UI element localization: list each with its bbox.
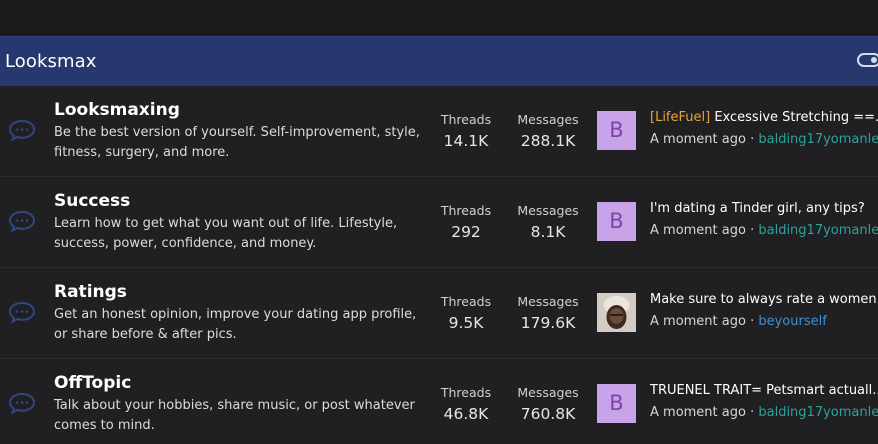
messages-stat: Messages 760.8K (514, 384, 582, 425)
node-description: Talk about your hobbies, share music, or… (54, 398, 415, 433)
latest-thread-title[interactable]: I'm dating a Tinder girl, any tips? (650, 201, 865, 216)
node-title[interactable]: Success (54, 191, 130, 211)
messages-count: 288.1K (520, 132, 576, 150)
avatar[interactable]: B (597, 202, 636, 241)
latest-thread-link[interactable]: I'm dating a Tinder girl, any tips? (650, 201, 878, 216)
node-description: Be the best version of yourself. Self-im… (54, 125, 420, 160)
messages-count: 8.1K (530, 223, 566, 241)
threads-stat: Threads 14.1K (438, 111, 494, 152)
threads-label: Threads (440, 294, 492, 309)
threads-count: 14.1K (443, 132, 489, 150)
thread-prefix[interactable]: [LifeFuel] (650, 110, 710, 125)
top-strip (0, 0, 878, 36)
threads-stat: Threads 46.8K (438, 384, 494, 425)
node-description: Get an honest opinion, improve your dati… (54, 307, 417, 342)
latest-username[interactable]: balding17yomanlet (758, 405, 878, 420)
messages-stat: Messages 288.1K (514, 111, 582, 152)
threads-label: Threads (440, 112, 492, 127)
chat-bubble-icon (8, 210, 36, 233)
latest-thread-title[interactable]: Make sure to always rate a women... (650, 292, 878, 307)
latest-username[interactable]: beyourself (758, 314, 826, 329)
messages-count: 179.6K (520, 314, 576, 332)
latest-thread-title[interactable]: TRUENEL TRAIT= Petsmart actuall... (650, 383, 878, 398)
threads-count: 292 (451, 223, 481, 241)
collapse-toggle-icon[interactable] (857, 53, 878, 67)
chat-bubble-icon (8, 301, 36, 324)
category-title[interactable]: Looksmax (5, 51, 97, 72)
meta-separator: · (745, 314, 759, 329)
meta-separator: · (745, 223, 759, 238)
node-description: Learn how to get what you want out of li… (54, 216, 398, 251)
chat-bubble-icon (8, 119, 36, 142)
latest-thread-meta: A moment ago · balding17yomanlet (650, 132, 878, 147)
latest-time[interactable]: A moment ago (650, 132, 746, 147)
forum-node-ratings: Ratings Get an honest opinion, improve y… (0, 268, 878, 359)
threads-label: Threads (440, 203, 492, 218)
latest-time[interactable]: A moment ago (650, 405, 746, 420)
latest-time[interactable]: A moment ago (650, 223, 746, 238)
messages-label: Messages (517, 112, 579, 127)
user-photo-icon (597, 293, 636, 332)
avatar[interactable] (597, 293, 636, 332)
node-list: Looksmaxing Be the best version of yours… (0, 86, 878, 444)
forum-node-offtopic: OffTopic Talk about your hobbies, share … (0, 359, 878, 444)
messages-stat: Messages 179.6K (514, 293, 582, 334)
meta-separator: · (745, 405, 759, 420)
avatar[interactable]: B (597, 384, 636, 423)
messages-label: Messages (517, 385, 579, 400)
latest-thread-link[interactable]: Make sure to always rate a women... (650, 292, 878, 307)
messages-label: Messages (517, 294, 579, 309)
latest-time[interactable]: A moment ago (650, 314, 746, 329)
messages-label: Messages (517, 203, 579, 218)
messages-count: 760.8K (520, 405, 576, 423)
node-title[interactable]: OffTopic (54, 373, 131, 393)
latest-thread-meta: A moment ago · balding17yomanlet (650, 405, 878, 420)
node-title[interactable]: Looksmaxing (54, 100, 180, 120)
latest-thread-meta: A moment ago · beyourself (650, 314, 878, 329)
latest-thread-meta: A moment ago · balding17yomanlet (650, 223, 878, 238)
threads-count: 46.8K (443, 405, 489, 423)
threads-stat: Threads 9.5K (438, 293, 494, 334)
avatar[interactable]: B (597, 111, 636, 150)
forum-node-success: Success Learn how to get what you want o… (0, 177, 878, 268)
category-header: Looksmax (0, 36, 878, 86)
forum-node-looksmaxing: Looksmaxing Be the best version of yours… (0, 86, 878, 177)
threads-count: 9.5K (448, 314, 484, 332)
latest-username[interactable]: balding17yomanlet (758, 132, 878, 147)
threads-stat: Threads 292 (438, 202, 494, 243)
latest-username[interactable]: balding17yomanlet (758, 223, 878, 238)
messages-stat: Messages 8.1K (514, 202, 582, 243)
latest-thread-link[interactable]: TRUENEL TRAIT= Petsmart actuall... (650, 383, 878, 398)
chat-bubble-icon (8, 392, 36, 415)
latest-thread-title[interactable]: Excessive Stretching ==... (710, 110, 878, 125)
latest-thread-link[interactable]: [LifeFuel] Excessive Stretching ==... (650, 110, 878, 125)
meta-separator: · (745, 132, 759, 147)
threads-label: Threads (440, 385, 492, 400)
node-title[interactable]: Ratings (54, 282, 127, 302)
